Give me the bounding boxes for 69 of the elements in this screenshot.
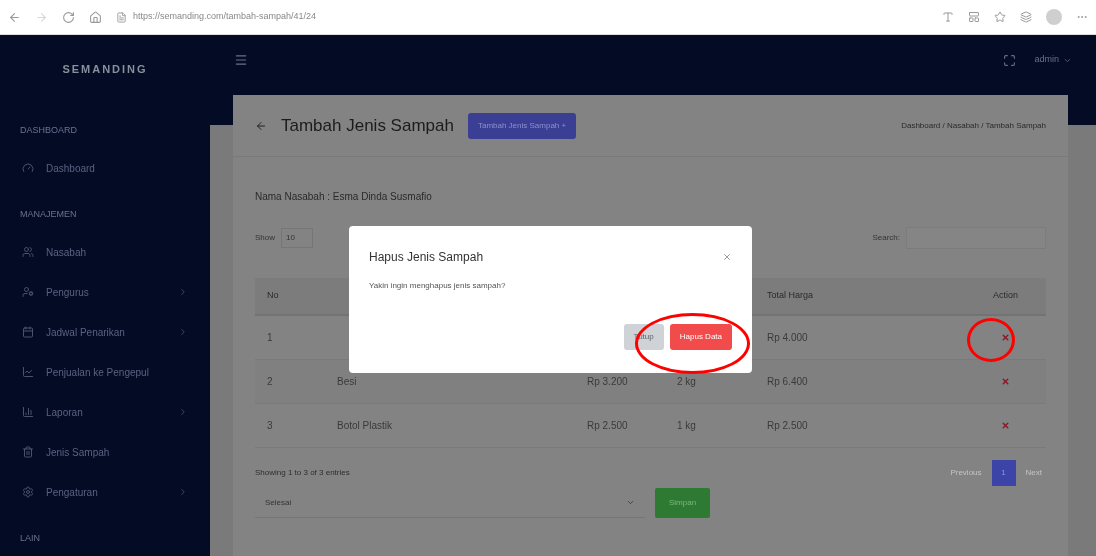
people-icon — [22, 246, 34, 258]
delete-button[interactable]: Hapus Data — [669, 324, 732, 350]
delete-icon[interactable] — [1001, 377, 1010, 386]
customer-name: Nama Nasabah : Esma Dinda Susmafio — [255, 190, 433, 204]
sidebar-item[interactable]: Pengurus — [10, 272, 200, 312]
read-aloud-icon[interactable] — [942, 11, 954, 23]
trash-icon — [22, 446, 34, 458]
table-cell-text: 1 kg — [677, 419, 696, 433]
pagination-button[interactable]: 1 — [991, 460, 1016, 486]
collections-icon[interactable] — [1020, 11, 1032, 23]
sidebar-item[interactable]: Jenis Sampah — [10, 432, 200, 472]
address-bar[interactable]: https://semanding.com/tambah-sampah/41/24 — [116, 4, 928, 30]
tab-icon[interactable] — [968, 11, 980, 23]
brand-logo[interactable]: SEMANDING — [62, 61, 148, 78]
gauge-icon — [22, 162, 34, 174]
table-cell-text: 2 — [267, 375, 273, 389]
profile-avatar[interactable] — [1046, 9, 1062, 25]
sidebar-heading: MANAJEMEN — [20, 209, 77, 219]
column-header[interactable]: Total Harga — [767, 289, 814, 303]
calendar-icon — [22, 326, 34, 338]
show-label: Show — [255, 232, 275, 244]
page-size-select[interactable]: 10 — [281, 228, 313, 248]
user-gear-icon — [22, 286, 34, 298]
favorites-icon[interactable] — [994, 11, 1006, 23]
home-icon[interactable] — [89, 10, 102, 24]
breadcrumb[interactable]: Dashboard / Nasabah / Tambah Sampah — [901, 119, 1046, 132]
status-select[interactable]: Selesai — [255, 488, 645, 518]
table-cell-text: 2 kg — [677, 375, 696, 389]
sidebar-item[interactable]: Jadwal Penarikan — [10, 312, 200, 352]
dialog-title: Hapus Jenis Sampah — [369, 249, 485, 266]
dialog-message: Yakin ingin menghapus jenis sampah? — [369, 280, 507, 292]
sidebar-heading: DASHBOARD — [20, 125, 77, 135]
sidebar-item[interactable]: Laporan — [10, 392, 200, 432]
table-cell-text: Botol Plastik — [337, 419, 393, 433]
table-cell-text: Rp 2.500 — [587, 419, 628, 433]
refresh-icon[interactable] — [62, 10, 75, 24]
sidebar-item[interactable]: Nasabah — [10, 232, 200, 272]
line-chart-icon — [22, 366, 34, 378]
table-cell-text: 1 — [267, 331, 273, 345]
highlight-circle — [967, 318, 1015, 362]
page-title: Tambah Jenis Sampah — [281, 114, 454, 137]
table-info: Showing 1 to 3 of 3 entries — [255, 467, 350, 479]
table-cell-text: Rp 2.500 — [767, 419, 808, 433]
delete-icon[interactable] — [1001, 421, 1010, 430]
back-arrow-icon[interactable] — [255, 119, 267, 132]
forward-icon[interactable] — [35, 10, 48, 24]
delete-icon[interactable] — [1001, 333, 1010, 342]
fullscreen-icon[interactable] — [1003, 53, 1017, 67]
sidebar-item[interactable]: Pengaturan — [10, 472, 200, 512]
table-cell-text: 3 — [267, 419, 273, 433]
table-cell-text: Rp 6.400 — [767, 375, 808, 389]
table-cell-text: Rp 4.000 — [767, 331, 808, 345]
menu-icon[interactable] — [234, 53, 248, 67]
column-header[interactable]: Action — [993, 289, 1018, 303]
user-menu[interactable]: admin — [1034, 53, 1072, 67]
sidebar-item[interactable]: Dashboard — [10, 148, 200, 188]
close-icon[interactable] — [722, 252, 732, 262]
gear-icon — [22, 486, 34, 498]
save-button[interactable]: Simpan — [655, 488, 711, 518]
column-header[interactable]: No — [267, 289, 279, 303]
add-button[interactable]: Tambah Jenis Sampah + — [467, 112, 577, 139]
back-icon[interactable] — [8, 10, 21, 24]
bar-chart-icon — [22, 406, 34, 418]
table-cell-text: Besi — [337, 375, 357, 389]
sidebar-item[interactable]: Penjualan ke Pengepul — [10, 352, 200, 392]
table-cell-text: Rp 3.200 — [587, 375, 628, 389]
sidebar-heading: LAIN — [20, 533, 40, 543]
search-label: Search: — [872, 232, 900, 244]
caret-icon — [626, 498, 635, 507]
